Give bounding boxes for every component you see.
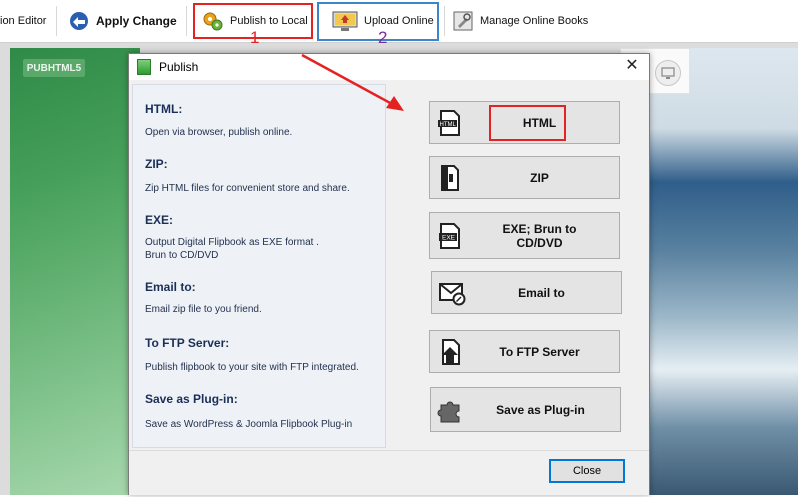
annotation-red-arrow [301,53,404,111]
